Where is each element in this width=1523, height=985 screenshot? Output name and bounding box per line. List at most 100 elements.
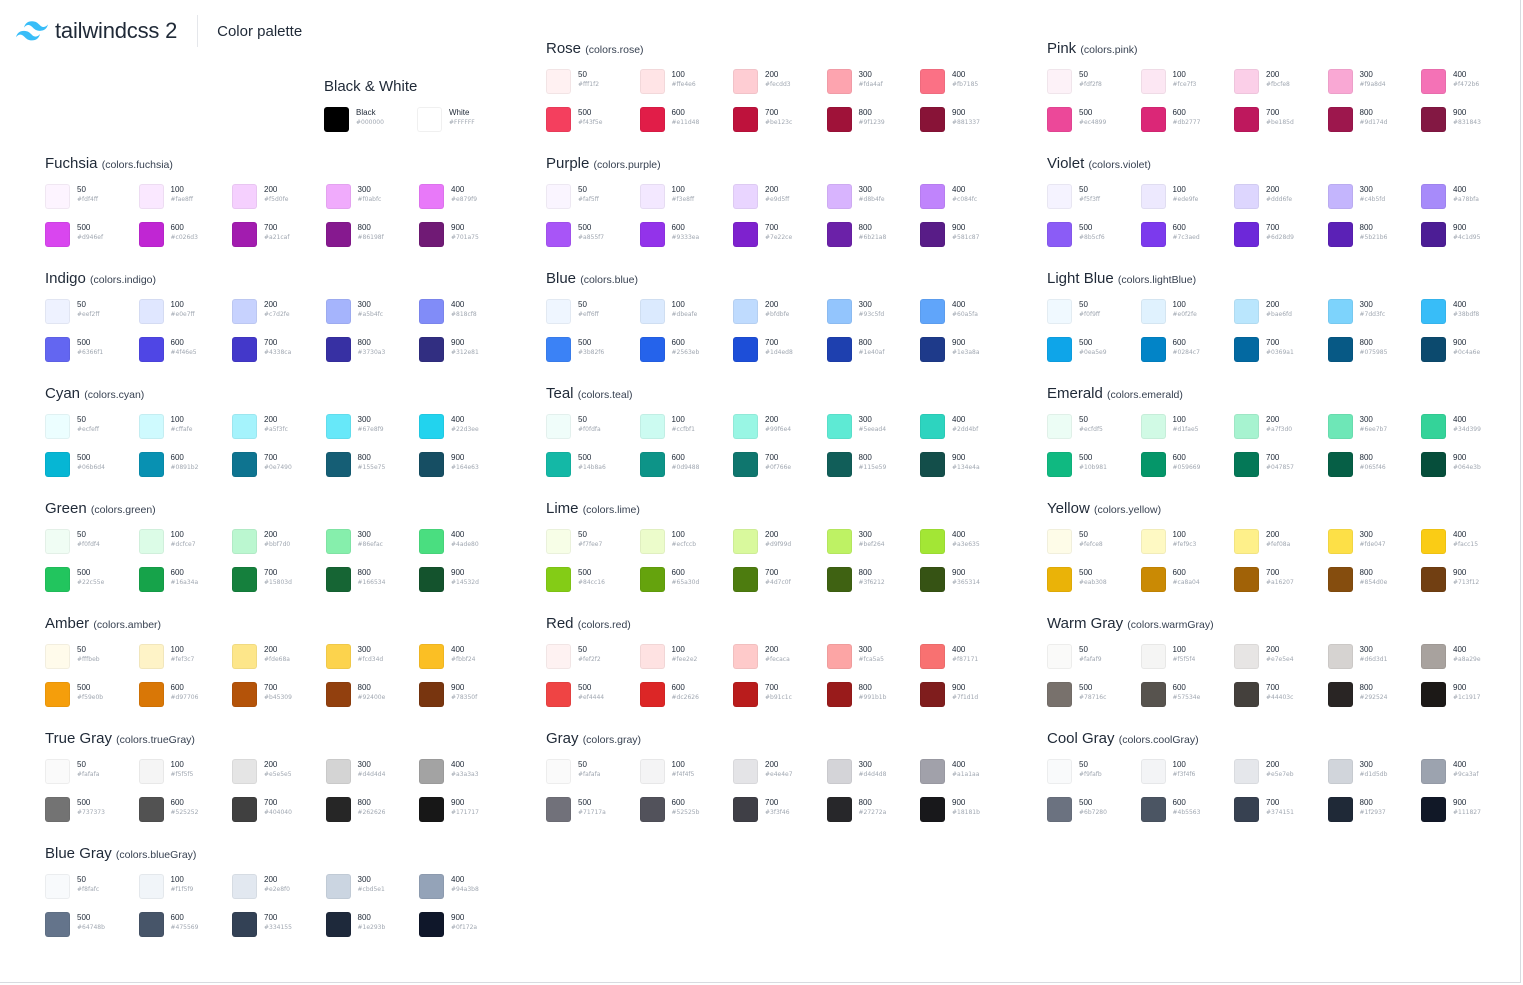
color-swatch-pink-400[interactable]: 400 #f472b6 — [1421, 69, 1511, 99]
color-swatch-yellow-900[interactable]: 900 #713f12 — [1421, 567, 1511, 597]
color-swatch-emerald-200[interactable]: 200 #a7f3d0 — [1234, 414, 1324, 444]
color-swatch-gray-50[interactable]: 50 #fafafa — [546, 759, 636, 789]
color-swatch-lime-500[interactable]: 500 #84cc16 — [546, 567, 636, 597]
color-swatch-teal-900[interactable]: 900 #134e4a — [920, 452, 1010, 482]
color-swatch-coolGray-100[interactable]: 100 #f3f4f6 — [1140, 759, 1231, 789]
color-swatch-green-50[interactable]: 50 #f0fdf4 — [45, 529, 135, 559]
color-swatch-teal-700[interactable]: 700 #0f766e — [733, 452, 823, 482]
color-swatch-trueGray-500[interactable]: 500 #737373 — [45, 797, 135, 827]
color-swatch-teal-200[interactable]: 200 #99f6e4 — [733, 414, 823, 444]
color-swatch-blue-600[interactable]: 600 #2563eb — [639, 337, 730, 367]
color-swatch-warmGray-500[interactable]: 500 #78716c — [1047, 682, 1137, 712]
color-swatch-rose-900[interactable]: 900 #881337 — [920, 107, 1010, 137]
color-swatch-rose-300[interactable]: 300 #fda4af — [826, 69, 917, 99]
color-swatch-gray-300[interactable]: 300 #d4d4d8 — [826, 759, 917, 789]
color-swatch-cyan-700[interactable]: 700 #0e7490 — [232, 452, 322, 482]
color-swatch-purple-400[interactable]: 400 #c084fc — [920, 184, 1010, 214]
color-swatch-pink-600[interactable]: 600 #db2777 — [1140, 107, 1231, 137]
color-swatch-blueGray-600[interactable]: 600 #475569 — [138, 912, 229, 942]
color-swatch-coolGray-700[interactable]: 700 #374151 — [1234, 797, 1324, 827]
color-swatch-rose-600[interactable]: 600 #e11d48 — [639, 107, 730, 137]
color-swatch-black[interactable]: Black #000000 — [324, 107, 414, 137]
color-swatch-blue-200[interactable]: 200 #bfdbfe — [733, 299, 823, 329]
color-swatch-emerald-50[interactable]: 50 #ecfdf5 — [1047, 414, 1137, 444]
color-swatch-rose-400[interactable]: 400 #fb7185 — [920, 69, 1010, 99]
color-swatch-warmGray-400[interactable]: 400 #a8a29e — [1421, 644, 1511, 674]
color-swatch-pink-500[interactable]: 500 #ec4899 — [1047, 107, 1137, 137]
color-swatch-trueGray-600[interactable]: 600 #525252 — [138, 797, 229, 827]
color-swatch-trueGray-200[interactable]: 200 #e5e5e5 — [232, 759, 322, 789]
color-swatch-green-600[interactable]: 600 #16a34a — [138, 567, 229, 597]
color-swatch-blueGray-50[interactable]: 50 #f8fafc — [45, 874, 135, 904]
color-swatch-yellow-50[interactable]: 50 #fefce8 — [1047, 529, 1137, 559]
color-swatch-blue-300[interactable]: 300 #93c5fd — [826, 299, 917, 329]
color-swatch-blueGray-200[interactable]: 200 #e2e8f0 — [232, 874, 322, 904]
color-swatch-cyan-100[interactable]: 100 #cffafe — [138, 414, 229, 444]
color-swatch-lightBlue-200[interactable]: 200 #bae6fd — [1234, 299, 1324, 329]
color-swatch-emerald-700[interactable]: 700 #047857 — [1234, 452, 1324, 482]
color-swatch-gray-100[interactable]: 100 #f4f4f5 — [639, 759, 730, 789]
color-swatch-violet-500[interactable]: 500 #8b5cf6 — [1047, 222, 1137, 252]
color-swatch-rose-800[interactable]: 800 #9f1239 — [826, 107, 917, 137]
color-swatch-fuchsia-700[interactable]: 700 #a21caf — [232, 222, 322, 252]
color-swatch-warmGray-200[interactable]: 200 #e7e5e4 — [1234, 644, 1324, 674]
color-swatch-rose-50[interactable]: 50 #fff1f2 — [546, 69, 636, 99]
color-swatch-gray-600[interactable]: 600 #52525b — [639, 797, 730, 827]
color-swatch-green-100[interactable]: 100 #dcfce7 — [138, 529, 229, 559]
color-swatch-fuchsia-400[interactable]: 400 #e879f9 — [419, 184, 509, 214]
color-swatch-green-500[interactable]: 500 #22c55e — [45, 567, 135, 597]
color-swatch-blue-100[interactable]: 100 #dbeafe — [639, 299, 730, 329]
color-swatch-violet-900[interactable]: 900 #4c1d95 — [1421, 222, 1511, 252]
color-swatch-cyan-900[interactable]: 900 #164e63 — [419, 452, 509, 482]
color-swatch-red-300[interactable]: 300 #fca5a5 — [826, 644, 917, 674]
color-swatch-trueGray-300[interactable]: 300 #d4d4d4 — [325, 759, 416, 789]
color-swatch-purple-900[interactable]: 900 #581c87 — [920, 222, 1010, 252]
color-swatch-amber-400[interactable]: 400 #fbbf24 — [419, 644, 509, 674]
color-swatch-trueGray-700[interactable]: 700 #404040 — [232, 797, 322, 827]
color-swatch-blueGray-700[interactable]: 700 #334155 — [232, 912, 322, 942]
color-swatch-gray-400[interactable]: 400 #a1a1aa — [920, 759, 1010, 789]
color-swatch-coolGray-400[interactable]: 400 #9ca3af — [1421, 759, 1511, 789]
color-swatch-warmGray-900[interactable]: 900 #1c1917 — [1421, 682, 1511, 712]
color-swatch-cyan-300[interactable]: 300 #67e8f9 — [325, 414, 416, 444]
color-swatch-red-900[interactable]: 900 #7f1d1d — [920, 682, 1010, 712]
color-swatch-amber-900[interactable]: 900 #78350f — [419, 682, 509, 712]
color-swatch-lightBlue-300[interactable]: 300 #7dd3fc — [1327, 299, 1418, 329]
color-swatch-violet-100[interactable]: 100 #ede9fe — [1140, 184, 1231, 214]
color-swatch-green-400[interactable]: 400 #4ade80 — [419, 529, 509, 559]
color-swatch-indigo-100[interactable]: 100 #e0e7ff — [138, 299, 229, 329]
color-swatch-pink-200[interactable]: 200 #fbcfe8 — [1234, 69, 1324, 99]
color-swatch-blueGray-900[interactable]: 900 #0f172a — [419, 912, 509, 942]
color-swatch-amber-500[interactable]: 500 #f59e0b — [45, 682, 135, 712]
color-swatch-blueGray-500[interactable]: 500 #64748b — [45, 912, 135, 942]
color-swatch-trueGray-100[interactable]: 100 #f5f5f5 — [138, 759, 229, 789]
color-swatch-warmGray-600[interactable]: 600 #57534e — [1140, 682, 1231, 712]
color-swatch-warmGray-800[interactable]: 800 #292524 — [1327, 682, 1418, 712]
color-swatch-red-600[interactable]: 600 #dc2626 — [639, 682, 730, 712]
color-swatch-coolGray-50[interactable]: 50 #f9fafb — [1047, 759, 1137, 789]
color-swatch-yellow-600[interactable]: 600 #ca8a04 — [1140, 567, 1231, 597]
color-swatch-lightBlue-500[interactable]: 500 #0ea5e9 — [1047, 337, 1137, 367]
color-swatch-trueGray-900[interactable]: 900 #171717 — [419, 797, 509, 827]
color-swatch-warmGray-50[interactable]: 50 #fafaf9 — [1047, 644, 1137, 674]
color-swatch-fuchsia-200[interactable]: 200 #f5d0fe — [232, 184, 322, 214]
color-swatch-pink-700[interactable]: 700 #be185d — [1234, 107, 1324, 137]
color-swatch-warmGray-700[interactable]: 700 #44403c — [1234, 682, 1324, 712]
color-swatch-cyan-50[interactable]: 50 #ecfeff — [45, 414, 135, 444]
color-swatch-cyan-200[interactable]: 200 #a5f3fc — [232, 414, 322, 444]
color-swatch-lime-200[interactable]: 200 #d9f99d — [733, 529, 823, 559]
color-swatch-lightBlue-900[interactable]: 900 #0c4a6e — [1421, 337, 1511, 367]
color-swatch-blueGray-400[interactable]: 400 #94a3b8 — [419, 874, 509, 904]
color-swatch-yellow-100[interactable]: 100 #fef9c3 — [1140, 529, 1231, 559]
color-swatch-yellow-300[interactable]: 300 #fde047 — [1327, 529, 1418, 559]
color-swatch-blueGray-100[interactable]: 100 #f1f5f9 — [138, 874, 229, 904]
color-swatch-purple-100[interactable]: 100 #f3e8ff — [639, 184, 730, 214]
color-swatch-yellow-200[interactable]: 200 #fef08a — [1234, 529, 1324, 559]
color-swatch-red-800[interactable]: 800 #991b1b — [826, 682, 917, 712]
color-swatch-lightBlue-800[interactable]: 800 #075985 — [1327, 337, 1418, 367]
color-swatch-yellow-400[interactable]: 400 #facc15 — [1421, 529, 1511, 559]
color-swatch-fuchsia-800[interactable]: 800 #86198f — [325, 222, 416, 252]
color-swatch-fuchsia-500[interactable]: 500 #d946ef — [45, 222, 135, 252]
color-swatch-fuchsia-100[interactable]: 100 #fae8ff — [138, 184, 229, 214]
color-swatch-rose-700[interactable]: 700 #be123c — [733, 107, 823, 137]
